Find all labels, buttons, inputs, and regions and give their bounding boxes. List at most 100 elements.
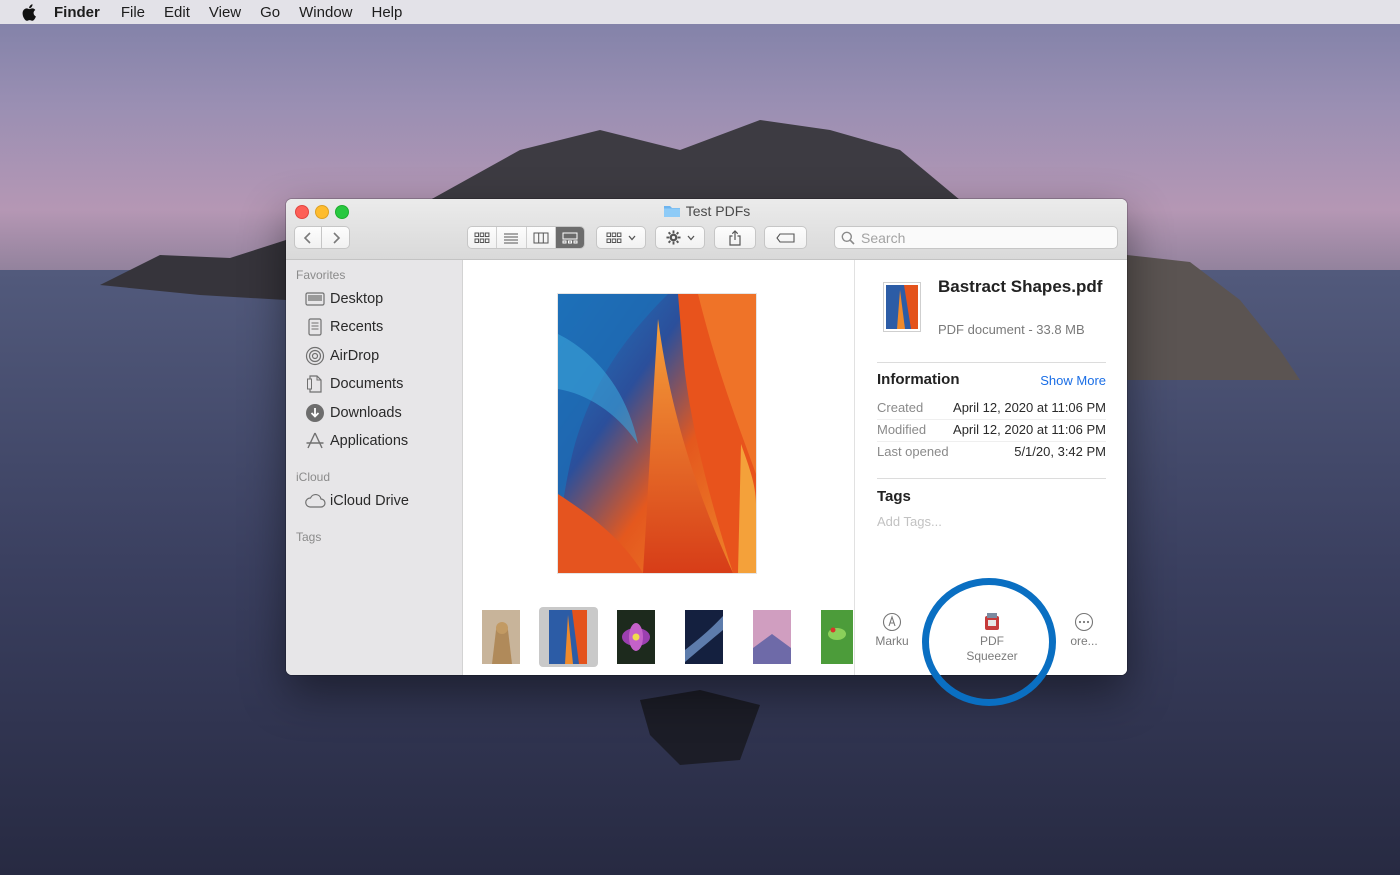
thumbnail-flower[interactable] bbox=[617, 610, 655, 664]
sidebar-item-label: Downloads bbox=[330, 405, 402, 421]
chevron-right-icon bbox=[332, 231, 340, 244]
markup-icon bbox=[882, 612, 902, 632]
row-divider bbox=[877, 441, 1106, 442]
sidebar-item-label: Desktop bbox=[330, 291, 384, 307]
markup-action[interactable]: Marku bbox=[857, 612, 927, 649]
sidebar-item-label: iCloud Drive bbox=[330, 493, 409, 509]
column-view-button[interactable] bbox=[526, 227, 556, 248]
pdf-preview-image[interactable] bbox=[558, 294, 756, 573]
tags-heading: Tags bbox=[877, 488, 911, 505]
sidebar-item-label: Documents bbox=[330, 376, 404, 392]
row-divider bbox=[877, 419, 1106, 420]
highlight-circle bbox=[922, 578, 1056, 706]
action-button[interactable] bbox=[655, 226, 705, 249]
recents-icon bbox=[304, 317, 326, 337]
icloud-icon bbox=[304, 491, 326, 511]
sidebar-header-favorites: Favorites bbox=[296, 268, 346, 282]
gear-icon bbox=[665, 230, 681, 245]
list-view-icon bbox=[504, 233, 519, 243]
chevron-down-icon bbox=[687, 235, 694, 240]
more-icon bbox=[1074, 612, 1094, 632]
share-button[interactable] bbox=[714, 226, 756, 249]
menu-go[interactable]: Go bbox=[260, 4, 280, 21]
search-input[interactable] bbox=[859, 228, 1103, 247]
tag-button[interactable] bbox=[764, 226, 807, 249]
menu-view[interactable]: View bbox=[209, 4, 241, 21]
thumbnail-strip bbox=[463, 600, 853, 675]
info-key: Modified bbox=[877, 422, 927, 437]
info-value: April 12, 2020 at 11:06 PM bbox=[953, 400, 1106, 415]
info-value: April 12, 2020 at 11:06 PM bbox=[953, 422, 1106, 437]
sidebar-item-label: Recents bbox=[330, 319, 384, 335]
menu-window[interactable]: Window bbox=[299, 4, 352, 21]
pdf-file-icon bbox=[883, 282, 921, 332]
sidebar-item-airdrop[interactable]: AirDrop bbox=[304, 345, 379, 367]
information-heading: Information bbox=[877, 371, 960, 388]
desktop-icon bbox=[304, 289, 326, 309]
thumbnail-mountain[interactable] bbox=[753, 610, 791, 664]
file-name: Bastract Shapes.pdf bbox=[938, 277, 1103, 296]
markup-label: Marku bbox=[875, 634, 909, 648]
sidebar-item-label: Applications bbox=[330, 433, 409, 449]
thumbnail-frog[interactable] bbox=[821, 610, 853, 664]
airdrop-icon bbox=[304, 346, 326, 366]
divider bbox=[877, 478, 1106, 479]
info-key: Created bbox=[877, 400, 924, 415]
back-button[interactable] bbox=[294, 226, 322, 249]
share-icon bbox=[729, 229, 741, 246]
column-view-icon bbox=[533, 232, 549, 243]
sidebar-header-icloud: iCloud bbox=[296, 470, 331, 484]
folder-icon bbox=[663, 206, 680, 217]
icon-view-button[interactable] bbox=[468, 227, 498, 248]
menu-file[interactable]: File bbox=[121, 4, 145, 21]
tag-icon bbox=[775, 232, 795, 243]
sidebar-item-applications[interactable]: Applications bbox=[304, 430, 408, 452]
list-view-button[interactable] bbox=[497, 227, 527, 248]
file-description: PDF document - 33.8 MB bbox=[938, 322, 1085, 337]
info-row-created: Created April 12, 2020 at 11:06 PM bbox=[877, 400, 1106, 418]
sidebar-item-desktop[interactable]: Desktop bbox=[304, 288, 383, 310]
sidebar-header-tags: Tags bbox=[296, 530, 322, 544]
gallery-view-button[interactable] bbox=[555, 227, 584, 248]
icon-view-icon bbox=[474, 232, 490, 243]
thumbnail-lioness[interactable] bbox=[482, 610, 520, 664]
info-row-modified: Modified April 12, 2020 at 11:06 PM bbox=[877, 422, 1106, 440]
gallery-preview bbox=[463, 260, 853, 675]
applications-icon bbox=[304, 431, 326, 451]
more-label: ore... bbox=[1070, 634, 1098, 648]
group-icon bbox=[606, 232, 622, 243]
sidebar-item-icloud-drive[interactable]: iCloud Drive bbox=[304, 490, 409, 512]
chevron-down-icon bbox=[628, 235, 636, 240]
info-value: 5/1/20, 3:42 PM bbox=[1014, 444, 1106, 459]
menu-help[interactable]: Help bbox=[372, 4, 403, 21]
group-by-button[interactable] bbox=[596, 226, 646, 249]
thumbnail-abstract-shapes[interactable] bbox=[549, 610, 587, 664]
window-title: Test PDFs bbox=[286, 203, 1127, 219]
downloads-icon bbox=[304, 403, 326, 423]
sidebar-item-recents[interactable]: Recents bbox=[304, 316, 383, 338]
sidebar: Favorites Desktop Recents AirDrop Docume… bbox=[286, 260, 463, 675]
info-row-last-opened: Last opened 5/1/20, 3:42 PM bbox=[877, 444, 1106, 462]
sidebar-item-documents[interactable]: Documents bbox=[304, 373, 403, 395]
view-mode-control bbox=[467, 226, 585, 249]
apple-icon[interactable] bbox=[22, 3, 38, 21]
menu-bar: Finder File Edit View Go Window Help bbox=[0, 0, 1400, 24]
search-field[interactable] bbox=[834, 226, 1118, 249]
menu-edit[interactable]: Edit bbox=[164, 4, 190, 21]
show-more-link[interactable]: Show More bbox=[1040, 373, 1106, 388]
search-icon bbox=[841, 231, 855, 245]
gallery-view-icon bbox=[562, 232, 578, 243]
sidebar-item-downloads[interactable]: Downloads bbox=[304, 402, 402, 424]
info-key: Last opened bbox=[877, 444, 949, 459]
forward-button[interactable] bbox=[321, 226, 350, 249]
divider bbox=[877, 362, 1106, 363]
documents-icon bbox=[304, 374, 326, 394]
more-action[interactable]: ore... bbox=[1049, 612, 1119, 649]
toolbar: Test PDFs bbox=[286, 199, 1127, 260]
menu-finder[interactable]: Finder bbox=[54, 4, 100, 21]
add-tags-field[interactable]: Add Tags... bbox=[877, 514, 942, 529]
sidebar-item-label: AirDrop bbox=[330, 348, 380, 364]
window-title-text: Test PDFs bbox=[685, 203, 751, 219]
chevron-left-icon bbox=[303, 231, 311, 244]
thumbnail-galaxy[interactable] bbox=[685, 610, 723, 664]
